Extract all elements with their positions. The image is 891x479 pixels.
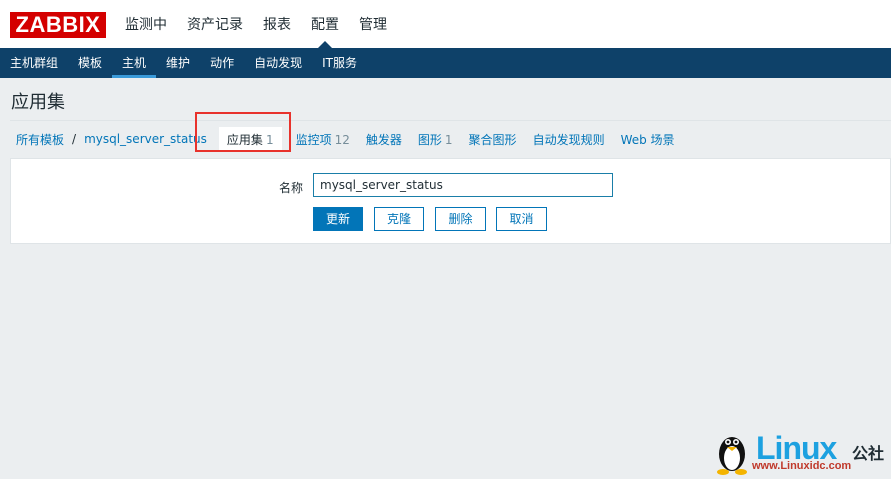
top-header: ZABBIX 监测中 资产记录 报表 配置 管理 xyxy=(0,0,891,48)
main-menu: 监测中 资产记录 报表 配置 管理 xyxy=(115,0,397,48)
tab-screens-label: 聚合图形 xyxy=(468,132,517,147)
cancel-button[interactable]: 取消 xyxy=(496,207,547,231)
tab-applications: 应用集 1 xyxy=(218,126,282,152)
tab-graphs-count: 1 xyxy=(444,132,453,147)
tab-web-scenarios[interactable]: Web 场景 xyxy=(615,131,681,148)
tab-triggers[interactable]: 触发器 xyxy=(360,131,408,148)
menu-reports[interactable]: 报表 xyxy=(253,0,301,48)
subnav-discovery[interactable]: 自动发现 xyxy=(244,48,312,78)
zabbix-logo[interactable]: ZABBIX xyxy=(10,12,106,38)
name-input[interactable] xyxy=(313,173,613,197)
tab-graphs[interactable]: 图形 1 xyxy=(412,131,459,148)
menu-inventory[interactable]: 资产记录 xyxy=(177,0,253,48)
page-title: 应用集 xyxy=(11,92,65,113)
tab-web-scenarios-label: Web 场景 xyxy=(620,132,675,147)
watermark-url: www.Linuxidc.com xyxy=(752,460,852,472)
sub-navigation: 主机群组 模板 主机 维护 动作 自动发现 IT服务 xyxy=(0,48,891,78)
subnav-it-services[interactable]: IT服务 xyxy=(312,48,367,78)
update-button[interactable]: 更新 xyxy=(313,207,363,231)
tux-penguin-icon xyxy=(717,437,747,475)
tab-items-label: 监控项 xyxy=(295,132,332,147)
tab-items-count: 12 xyxy=(334,132,350,147)
subnav-hosts[interactable]: 主机 xyxy=(112,48,157,78)
clone-button[interactable]: 克隆 xyxy=(374,207,424,231)
subnav-templates[interactable]: 模板 xyxy=(68,48,112,78)
delete-button[interactable]: 删除 xyxy=(435,207,486,231)
watermark-brand-cn: 公社 xyxy=(852,444,885,463)
breadcrumb-template[interactable]: mysql_server_status xyxy=(78,132,213,146)
watermark: Linux 公社 www.Linuxidc.com xyxy=(712,428,888,476)
name-label: 名称 xyxy=(279,181,304,195)
tab-graphs-label: 图形 xyxy=(417,132,442,147)
menu-monitoring[interactable]: 监测中 xyxy=(115,0,177,48)
tab-applications-label: 应用集 xyxy=(226,132,263,147)
breadcrumb-all-templates[interactable]: 所有模板 xyxy=(10,131,70,148)
tab-discovery-rules[interactable]: 自动发现规则 xyxy=(527,131,611,148)
tab-applications-count: 1 xyxy=(265,132,274,147)
menu-configuration[interactable]: 配置 xyxy=(301,0,349,48)
application-form: 名称 更新 克隆 删除 取消 xyxy=(10,158,891,244)
menu-administration[interactable]: 管理 xyxy=(349,0,397,48)
subnav-maintenance[interactable]: 维护 xyxy=(156,48,200,78)
tab-screens[interactable]: 聚合图形 xyxy=(463,131,523,148)
tab-items[interactable]: 监控项 12 xyxy=(290,131,356,148)
subnav-actions[interactable]: 动作 xyxy=(200,48,244,78)
tab-discovery-rules-label: 自动发现规则 xyxy=(532,132,605,147)
subnav-host-groups[interactable]: 主机群组 xyxy=(0,48,68,78)
breadcrumb-separator: / xyxy=(72,132,77,146)
tab-triggers-label: 触发器 xyxy=(365,132,402,147)
breadcrumb-tabs: 所有模板 / mysql_server_status 应用集 1 监控项 12 触发… xyxy=(10,120,891,157)
